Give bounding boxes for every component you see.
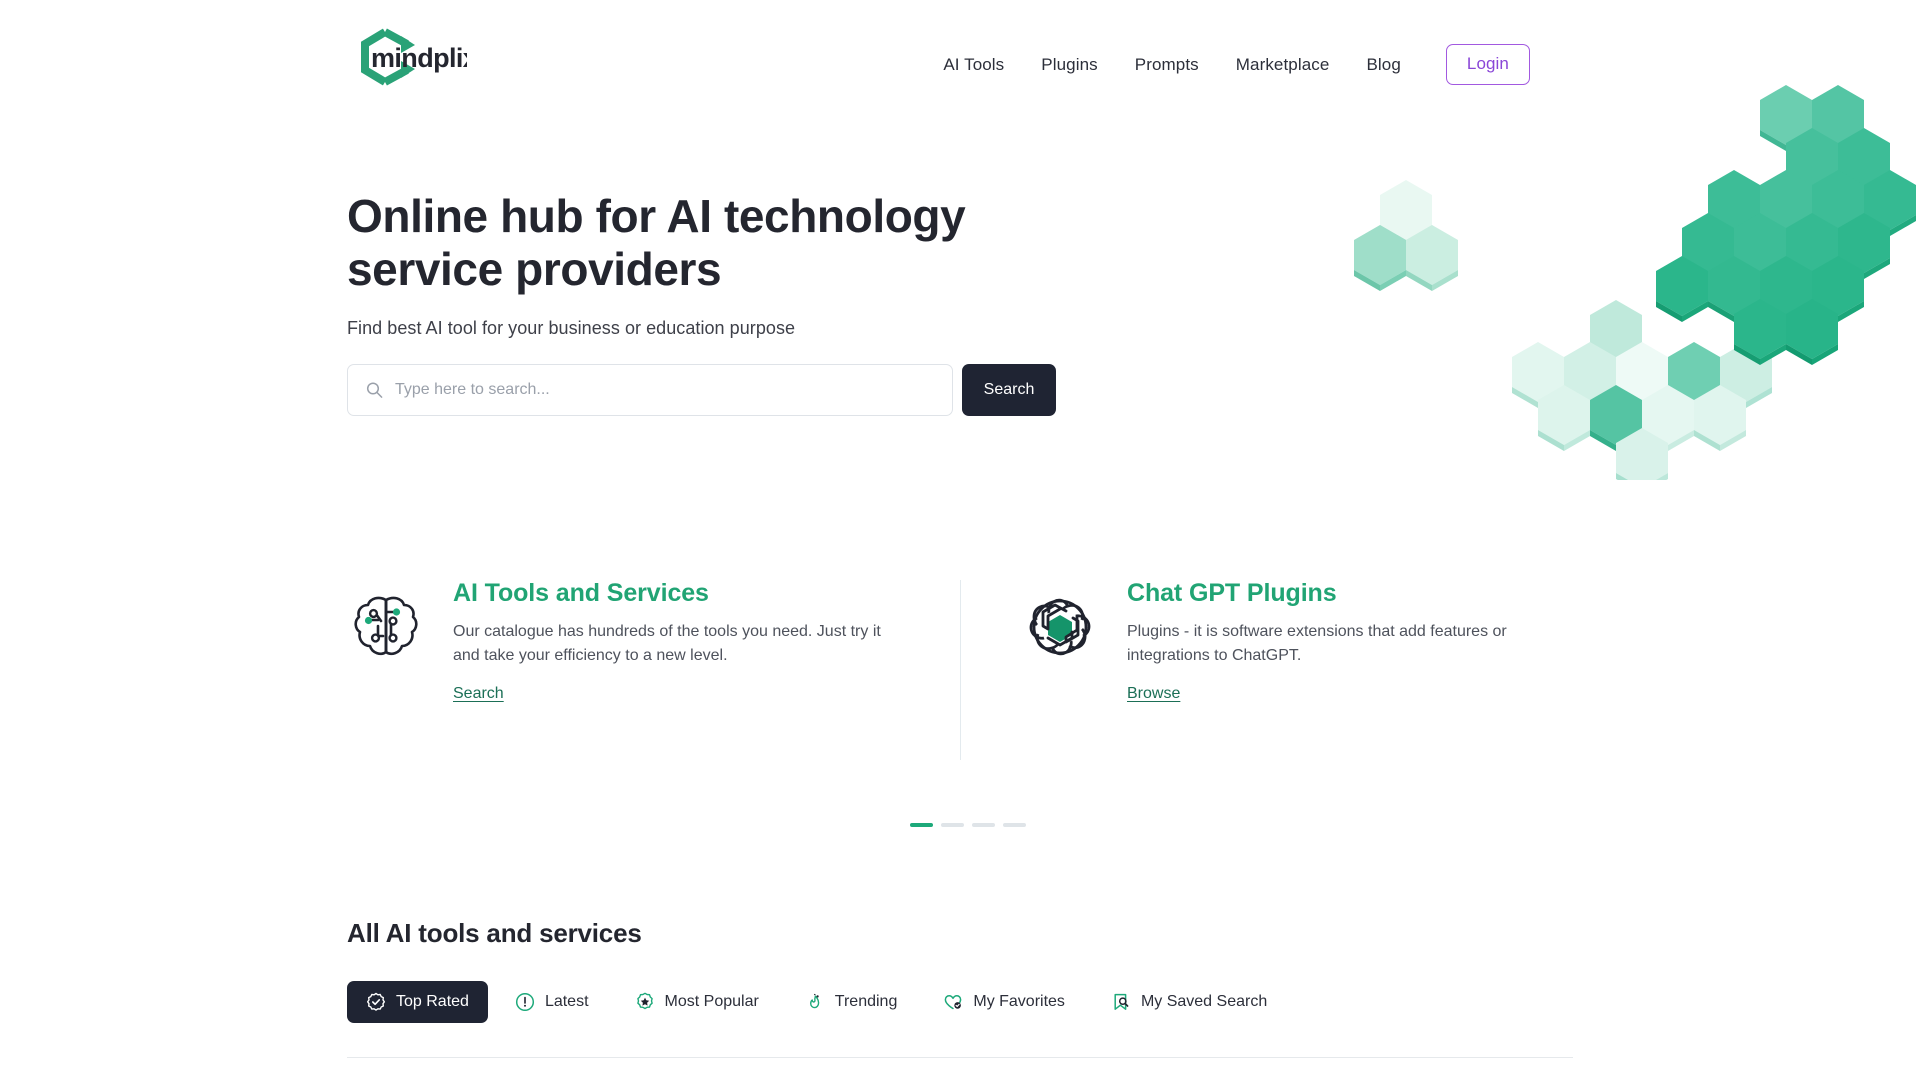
feature-link-search[interactable]: Search [453, 685, 504, 703]
carousel-dot-4[interactable] [1003, 823, 1026, 827]
search-box[interactable] [347, 363, 953, 416]
page-title: Online hub for AI technology service pro… [347, 190, 966, 296]
tab-top-rated[interactable]: Top Rated [347, 981, 488, 1023]
tab-label: Most Popular [664, 993, 759, 1010]
tab-label: Latest [544, 993, 589, 1010]
feature-description: Our catalogue has hundreds of the tools … [453, 622, 881, 664]
carousel-indicators [910, 823, 1026, 827]
search-input[interactable] [348, 364, 952, 415]
feature-description: Plugins - it is software extensions that… [1127, 622, 1507, 664]
tab-label: Top Rated [396, 993, 469, 1010]
nav-item-ai-tools[interactable]: AI Tools [943, 55, 1004, 75]
site-header: mindplix AI Tools Plugins Prompts Market… [0, 0, 1920, 104]
star-badge-icon [635, 992, 655, 1012]
all-tools-section: All AI tools and services Top Rated Late… [347, 918, 1573, 1023]
login-button[interactable]: Login [1445, 44, 1530, 85]
tab-label: Trending [834, 993, 898, 1010]
carousel-dot-1[interactable] [910, 823, 933, 827]
hexagon-cluster-icon [1354, 85, 1916, 494]
badge-check-icon [366, 992, 386, 1012]
flame-icon [805, 992, 825, 1012]
openai-knot-icon [1021, 580, 1099, 760]
feature-card-ai-tools: AI Tools and Services Our catalogue has … [347, 579, 960, 760]
tab-latest[interactable]: Latest [496, 981, 608, 1023]
feature-link-browse[interactable]: Browse [1127, 685, 1180, 703]
svg-text:mindplix: mindplix [371, 43, 467, 73]
heart-check-icon [943, 992, 963, 1012]
exclamation-circle-icon [515, 992, 535, 1012]
nav-item-plugins[interactable]: Plugins [1041, 55, 1097, 75]
carousel-dot-3[interactable] [972, 823, 995, 827]
nav-item-marketplace[interactable]: Marketplace [1236, 55, 1330, 75]
main-navigation: AI Tools Plugins Prompts Marketplace Blo… [943, 44, 1530, 85]
page-root: mindplix AI Tools Plugins Prompts Market… [0, 0, 1920, 1080]
filter-tabs: Top Rated Latest Most Popular Trending M… [347, 981, 1573, 1023]
nav-item-blog[interactable]: Blog [1366, 55, 1400, 75]
feature-card-body: AI Tools and Services Our catalogue has … [453, 579, 892, 760]
section-title: All AI tools and services [347, 918, 642, 948]
hero-search-row: Search [347, 363, 1107, 416]
bookmark-search-icon [1111, 992, 1131, 1012]
hero-subtitle: Find best AI tool for your business or e… [347, 317, 796, 338]
feature-carousel: AI Tools and Services Our catalogue has … [347, 579, 1573, 760]
hexagon-arrows-logo-icon: mindplix [347, 26, 467, 88]
tab-trending[interactable]: Trending [786, 981, 917, 1023]
feature-title: Chat GPT Plugins [1127, 579, 1337, 607]
tab-label: My Saved Search [1140, 993, 1268, 1010]
tab-my-saved-search[interactable]: My Saved Search [1092, 981, 1286, 1023]
hero-section: Online hub for AI technology service pro… [347, 190, 1107, 416]
feature-card-body: Chat GPT Plugins Plugins - it is softwar… [1127, 579, 1573, 760]
tab-most-popular[interactable]: Most Popular [616, 981, 778, 1023]
section-divider [347, 1057, 1573, 1058]
nav-item-prompts[interactable]: Prompts [1135, 55, 1199, 75]
feature-card-chatgpt-plugins: Chat GPT Plugins Plugins - it is softwar… [960, 579, 1573, 760]
brain-circuit-icon [347, 580, 425, 760]
hexagon-decoration [1340, 80, 1920, 494]
tab-label: My Favorites [973, 993, 1065, 1010]
feature-title: AI Tools and Services [453, 579, 709, 607]
brand-logo[interactable]: mindplix [347, 26, 467, 88]
carousel-dot-2[interactable] [941, 823, 964, 827]
tab-my-favorites[interactable]: My Favorites [924, 981, 1084, 1023]
search-button[interactable]: Search [962, 363, 1056, 416]
search-icon [366, 381, 383, 398]
